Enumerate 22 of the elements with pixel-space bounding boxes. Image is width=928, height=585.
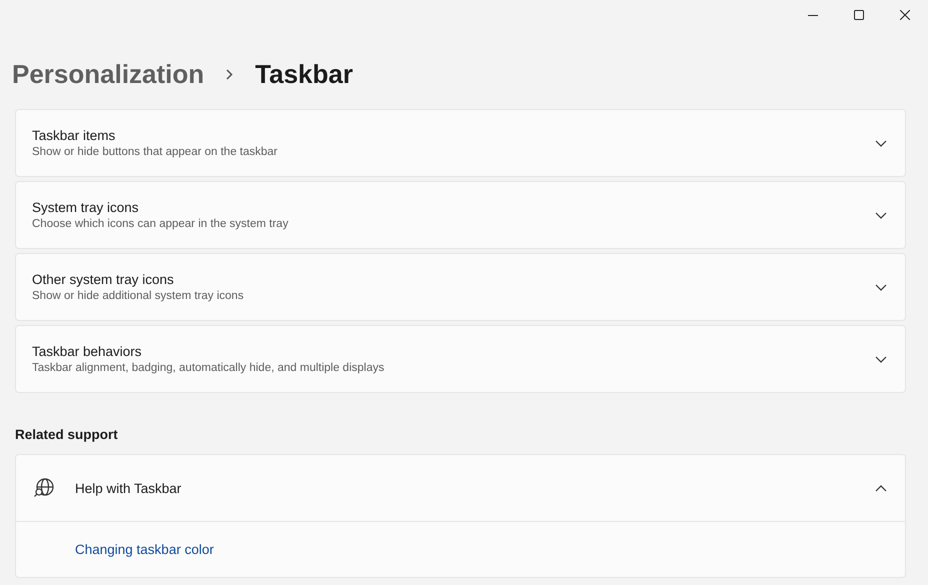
card-title: System tray icons <box>32 200 140 215</box>
breadcrumb-link[interactable]: Personalization <box>12 58 204 90</box>
maximize-icon[interactable] <box>854 10 864 20</box>
section-heading: Related support <box>15 427 119 444</box>
chevron-right-icon <box>226 68 234 80</box>
help-title: Help with Taskbar <box>75 480 182 496</box>
card-title: Taskbar items <box>32 128 116 143</box>
help-link[interactable]: Changing taskbar color <box>75 542 214 557</box>
settings-card[interactable]: Taskbar items Show or hide buttons that appear on the taskbar <box>15 109 906 177</box>
card-title: Taskbar behaviors <box>32 344 143 359</box>
globe-search-icon <box>33 477 55 499</box>
card-description: Show or hide buttons that appear on the taskbar <box>32 146 278 158</box>
card-title: Other system tray icons <box>32 272 175 287</box>
settings-card[interactable]: Taskbar behaviors Taskbar alignment, badging, automatically hide, and multiple displays <box>15 325 906 393</box>
close-icon[interactable] <box>900 10 910 20</box>
card-description: Choose which icons can appear in the system tray <box>32 218 290 230</box>
settings-card[interactable]: Other system tray icons Show or hide additional system tray icons <box>15 253 906 321</box>
chevron-up-icon[interactable] <box>875 484 887 492</box>
settings-card[interactable]: System tray icons Choose which icons can appear in the system tray <box>15 181 906 249</box>
card-description: Show or hide additional system tray icons <box>32 290 245 302</box>
page-title: Taskbar <box>255 58 353 90</box>
card-description: Taskbar alignment, badging, automatically hide, and multiple displays <box>32 362 386 374</box>
